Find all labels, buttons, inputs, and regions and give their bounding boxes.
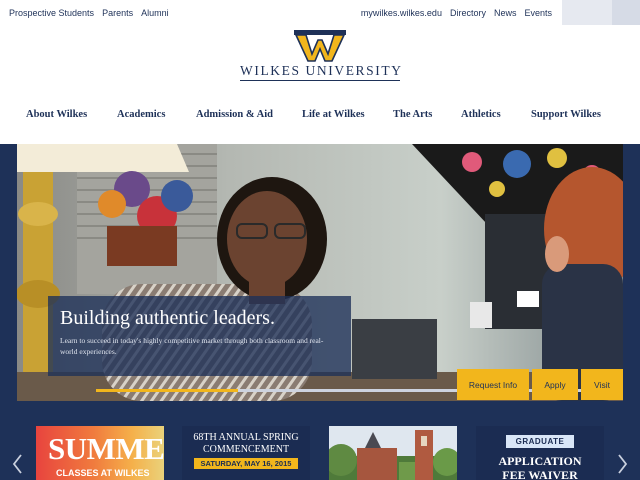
- commencement-line1: 68TH ANNUAL SPRING: [193, 432, 299, 443]
- carousel-prev-icon[interactable]: [10, 452, 24, 476]
- apply-button[interactable]: Apply: [532, 369, 578, 400]
- audience-links: Prospective Students Parents Alumni: [9, 8, 169, 18]
- link-directory[interactable]: Directory: [450, 8, 486, 18]
- commencement-line2: COMMENCEMENT: [202, 444, 290, 455]
- graduate-line2: FEE WAIVER: [502, 468, 578, 480]
- main-nav: About Wilkes Academics Admission & Aid L…: [0, 106, 640, 126]
- visit-button[interactable]: Visit: [581, 369, 623, 400]
- nav-life-at-wilkes[interactable]: Life at Wilkes: [302, 109, 365, 120]
- nav-the-arts[interactable]: The Arts: [393, 109, 432, 120]
- slide-progress-fill: [96, 389, 239, 392]
- hero-description: Learn to succeed in today's highly compe…: [60, 336, 324, 356]
- graduate-tag: GRADUATE: [506, 435, 574, 448]
- search-input[interactable]: [562, 0, 640, 25]
- hero-caption: Building authentic leaders. Learn to suc…: [48, 296, 351, 376]
- card-campus-photo[interactable]: [329, 426, 457, 480]
- w-crest-icon: [294, 30, 346, 62]
- hero-title: Building authentic leaders.: [60, 307, 275, 329]
- link-news[interactable]: News: [494, 8, 517, 18]
- link-alumni[interactable]: Alumni: [141, 8, 169, 18]
- summer-subheading: CLASSES AT WILKES: [56, 468, 150, 478]
- card-commencement[interactable]: 68TH ANNUAL SPRING COMMENCEMENT SATURDAY…: [182, 426, 310, 480]
- logo-divider: [240, 80, 400, 81]
- graduate-line1: APPLICATION: [498, 454, 582, 468]
- campus-photo: [329, 426, 457, 480]
- nav-admission-aid[interactable]: Admission & Aid: [196, 109, 273, 120]
- carousel-next-icon[interactable]: [616, 452, 630, 476]
- utility-bar: Prospective Students Parents Alumni mywi…: [0, 0, 640, 26]
- card-graduate-fee-waiver[interactable]: GRADUATE APPLICATION FEE WAIVER: [476, 426, 604, 480]
- link-mywilkes[interactable]: mywilkes.wilkes.edu: [361, 8, 442, 18]
- link-prospective-students[interactable]: Prospective Students: [9, 8, 94, 18]
- card-summer-classes[interactable]: SUMMER CLASSES AT WILKES: [36, 426, 164, 480]
- utility-links: mywilkes.wilkes.edu Directory News Event…: [361, 8, 552, 18]
- wordmark: WILKES UNIVERSITY: [240, 63, 403, 78]
- wilkes-logo[interactable]: WILKES UNIVERSITY: [240, 30, 403, 82]
- link-events[interactable]: Events: [524, 8, 552, 18]
- nav-academics[interactable]: Academics: [117, 109, 165, 120]
- nav-about-wilkes[interactable]: About Wilkes: [26, 109, 87, 120]
- commencement-date: SATURDAY, MAY 16, 2015: [194, 458, 298, 469]
- request-info-button[interactable]: Request Info: [457, 369, 529, 400]
- link-parents[interactable]: Parents: [102, 8, 133, 18]
- hero-slide[interactable]: Building authentic leaders. Learn to suc…: [17, 144, 623, 401]
- nav-support-wilkes[interactable]: Support Wilkes: [531, 109, 601, 120]
- nav-athletics[interactable]: Athletics: [461, 109, 501, 120]
- summer-heading: SUMMER: [48, 431, 164, 466]
